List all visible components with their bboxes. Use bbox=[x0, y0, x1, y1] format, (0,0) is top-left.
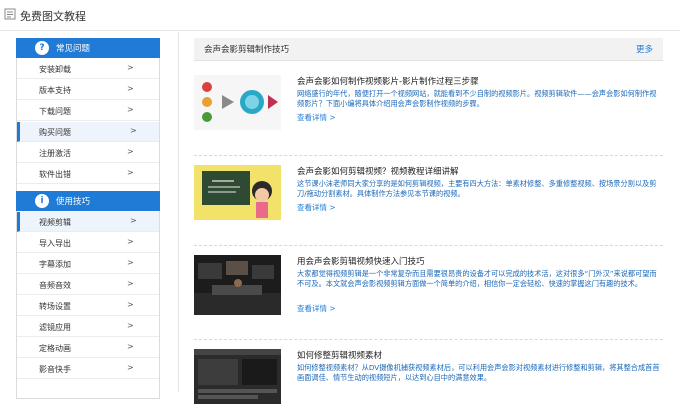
section-title: 使用技巧 bbox=[56, 197, 91, 207]
info-icon: i bbox=[35, 194, 49, 208]
sidebar-item-activation[interactable]: 注册激活 > bbox=[17, 143, 159, 163]
chevron-right-icon: > bbox=[130, 126, 137, 135]
sidebar-item-stop-motion[interactable]: 定格动画 > bbox=[17, 338, 159, 358]
sidebar-item-audio[interactable]: 音频音效 > bbox=[17, 275, 159, 295]
chevron-right-icon: > bbox=[127, 237, 134, 246]
item-label: 影音快手 bbox=[39, 365, 71, 374]
main-panel: 会声会影剪辑制作技巧 更多 会声会影如何制作视频影片-影片制作过程三步骤 网络盛… bbox=[178, 32, 665, 404]
chevron-right-icon: > bbox=[127, 363, 134, 372]
item-label: 下载问题 bbox=[39, 107, 71, 116]
sidebar-item-install[interactable]: 安装卸载 > bbox=[17, 59, 159, 79]
read-more-link[interactable]: 查看详情 > bbox=[297, 112, 336, 123]
sidebar: ? 常见问题 安装卸载 > 版本支持 > 下载问题 > 购买问题 > 注册激活 > 软件出… bbox=[16, 38, 160, 399]
article-desc: 网络盛行的年代，随便打开一个视频网站，就能看到不少自制的视频影片。视频剪辑软件—… bbox=[297, 89, 657, 108]
chevron-right-icon: > bbox=[130, 216, 137, 225]
chevron-right-icon: > bbox=[127, 105, 134, 114]
sidebar-item-error[interactable]: 软件出错 > bbox=[17, 164, 159, 184]
chevron-right-icon: > bbox=[127, 84, 134, 93]
article-desc: 如何修整视频素材？从DV摄像机捕获视频素材后，可以利用会声会影对视频素材进行修整… bbox=[297, 363, 660, 382]
sidebar-item-fastflick[interactable]: 影音快手 > bbox=[17, 359, 159, 379]
chevron-right-icon: > bbox=[127, 258, 134, 267]
sidebar-item-version[interactable]: 版本支持 > bbox=[17, 80, 159, 100]
sidebar-item-import-export[interactable]: 导入导出 > bbox=[17, 233, 159, 253]
sidebar-item-purchase[interactable]: 购买问题 > bbox=[17, 122, 159, 142]
chevron-right-icon: > bbox=[127, 147, 134, 156]
sidebar-item-subtitles[interactable]: 字幕添加 > bbox=[17, 254, 159, 274]
item-label: 转场设置 bbox=[39, 302, 71, 311]
divider bbox=[194, 339, 663, 340]
article-item: 会声会影如何剪辑视频？视频教程详细讲解 这节课小沫老师同大家分享的是如何剪辑视频… bbox=[194, 165, 663, 235]
article-thumbnail[interactable] bbox=[194, 349, 281, 404]
more-link[interactable]: 更多 bbox=[636, 43, 653, 55]
article-title[interactable]: 会声会影如何制作视频影片-影片制作过程三步骤 bbox=[297, 75, 479, 87]
sidebar-item-transitions[interactable]: 转场设置 > bbox=[17, 296, 159, 316]
panel-title: 会声会影剪辑制作技巧 bbox=[204, 45, 290, 55]
item-label: 注册激活 bbox=[39, 149, 71, 158]
article-item: 会声会影如何制作视频影片-影片制作过程三步骤 网络盛行的年代，随便打开一个视频网… bbox=[194, 75, 663, 145]
page-title: 免费图文教程 bbox=[20, 10, 86, 23]
chevron-right-icon: > bbox=[127, 63, 134, 72]
section-title: 常见问题 bbox=[56, 44, 91, 54]
article-desc: 大家都觉得视频剪辑是一个非常复杂而且需要很昂贵的设备才可以完成的技术活，这对很多… bbox=[297, 269, 657, 288]
item-label: 视频剪辑 bbox=[39, 218, 71, 227]
item-label: 安装卸载 bbox=[39, 65, 71, 74]
article-title[interactable]: 会声会影如何剪辑视频？视频教程详细讲解 bbox=[297, 165, 459, 177]
divider bbox=[194, 155, 663, 156]
section-header-tips[interactable]: i 使用技巧 bbox=[16, 191, 160, 211]
article-thumbnail[interactable] bbox=[194, 75, 281, 130]
read-more-link[interactable]: 查看详情 > bbox=[297, 202, 336, 213]
chevron-right-icon: > bbox=[127, 321, 134, 330]
article-title[interactable]: 用会声会影剪辑视频快速入门技巧 bbox=[297, 255, 425, 267]
chevron-right-icon: > bbox=[127, 279, 134, 288]
panel-header: 会声会影剪辑制作技巧 更多 bbox=[194, 38, 663, 61]
item-label: 版本支持 bbox=[39, 86, 71, 95]
article-desc: 这节课小沫老师同大家分享的是如何剪辑视频，主要有四大方法：单素材修整、多重修整视… bbox=[297, 179, 657, 198]
item-label: 购买问题 bbox=[39, 128, 71, 137]
sidebar-item-video-edit[interactable]: 视频剪辑 > bbox=[17, 212, 159, 232]
item-label: 导入导出 bbox=[39, 239, 71, 248]
item-label: 滤镜应用 bbox=[39, 323, 71, 332]
item-label: 音频音效 bbox=[39, 281, 71, 290]
article-thumbnail[interactable] bbox=[194, 255, 281, 315]
item-label: 软件出错 bbox=[39, 170, 71, 179]
item-label: 字幕添加 bbox=[39, 260, 71, 269]
sidebar-item-download[interactable]: 下载问题 > bbox=[17, 101, 159, 121]
article-item: 用会声会影剪辑视频快速入门技巧 大家都觉得视频剪辑是一个非常复杂而且需要很昂贵的… bbox=[194, 255, 663, 335]
chevron-right-icon: > bbox=[127, 300, 134, 309]
article-title[interactable]: 如何修整剪辑视频素材 bbox=[297, 349, 382, 361]
chevron-right-icon: > bbox=[127, 342, 134, 351]
document-icon bbox=[4, 8, 16, 20]
article-thumbnail[interactable] bbox=[194, 165, 281, 220]
item-label: 定格动画 bbox=[39, 344, 71, 353]
read-more-link[interactable]: 查看详情 > bbox=[297, 303, 336, 314]
chevron-right-icon: > bbox=[127, 168, 134, 177]
article-item: 如何修整剪辑视频素材 如何修整视频素材？从DV摄像机捕获视频素材后，可以利用会声… bbox=[194, 349, 663, 404]
section-header-faq[interactable]: ? 常见问题 bbox=[16, 38, 160, 58]
question-icon: ? bbox=[35, 41, 49, 55]
sidebar-item-filters[interactable]: 滤镜应用 > bbox=[17, 317, 159, 337]
divider bbox=[194, 245, 663, 246]
top-bar: 免费图文教程 bbox=[0, 0, 680, 31]
